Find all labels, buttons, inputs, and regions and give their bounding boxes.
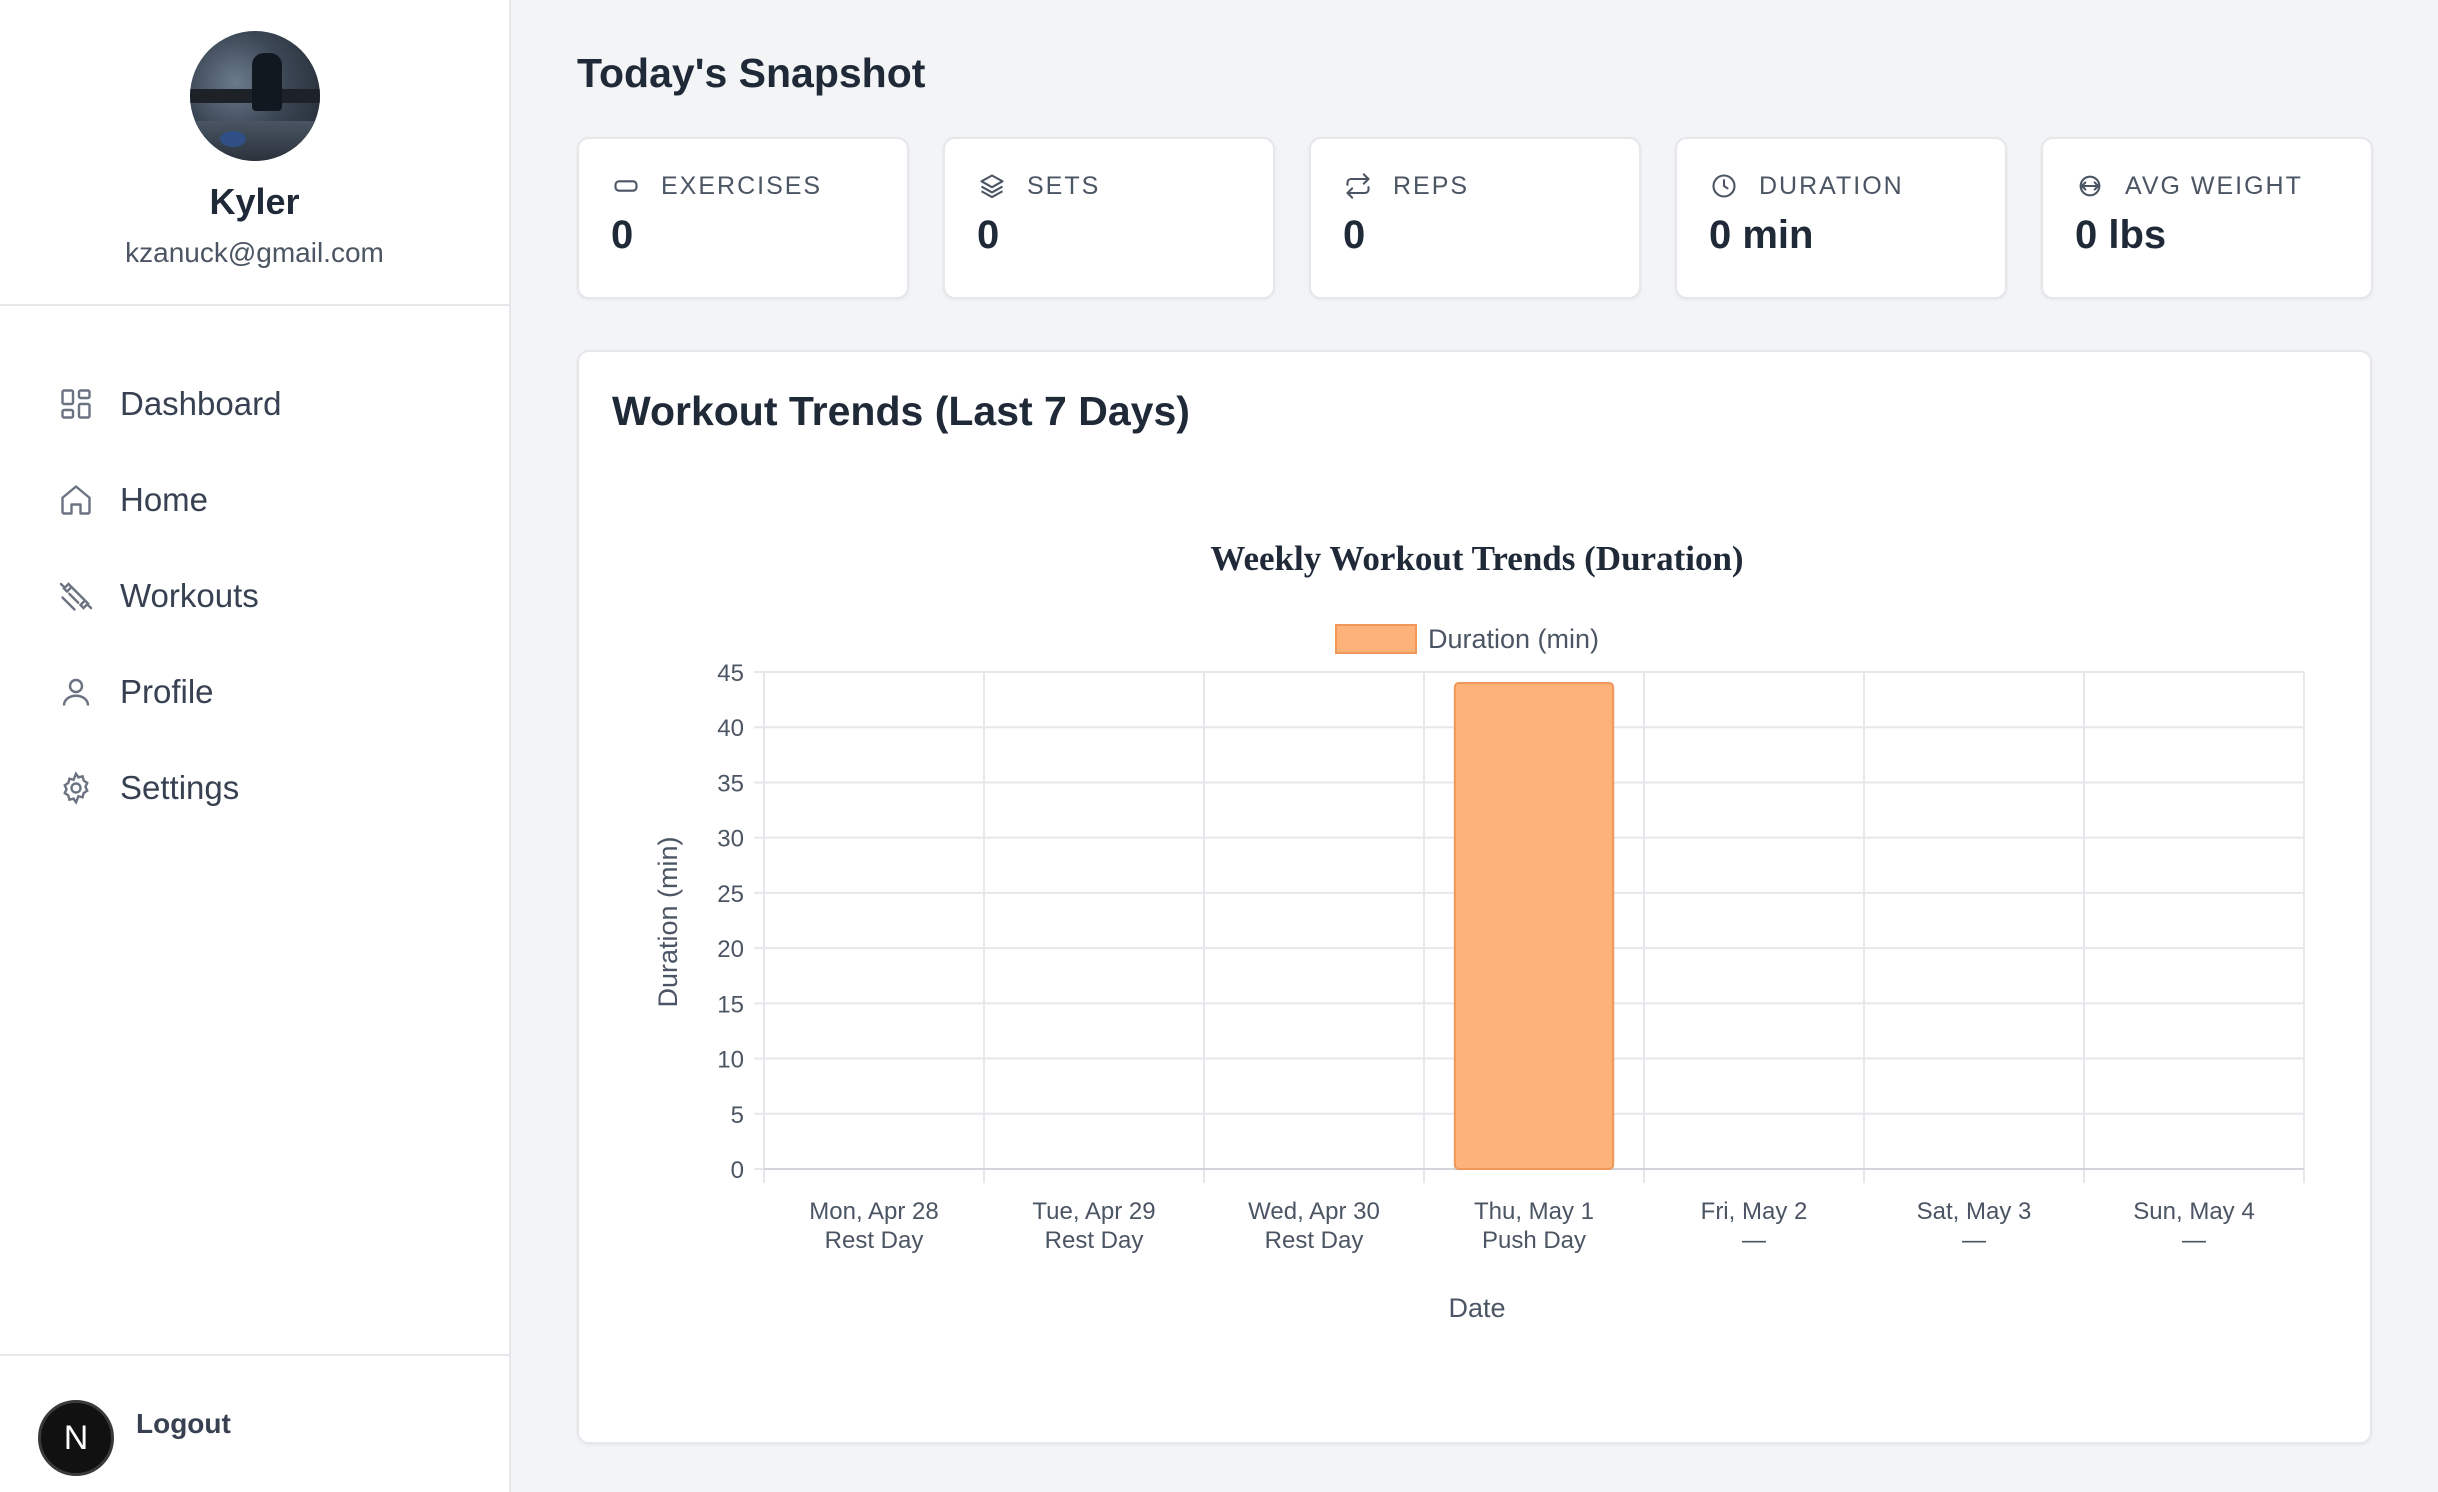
- x-tick-sublabel: —: [1962, 1227, 1986, 1254]
- clock-icon: [1709, 171, 1739, 201]
- y-tick-label: 0: [731, 1157, 744, 1184]
- x-tick-label: Mon, Apr 28: [809, 1198, 938, 1225]
- sidebar-item-dashboard[interactable]: Dashboard: [0, 356, 509, 452]
- x-tick-sublabel: Push Day: [1482, 1227, 1586, 1254]
- y-tick-label: 25: [717, 881, 744, 908]
- gear-icon: [56, 768, 96, 808]
- dashboard-icon: [56, 384, 96, 424]
- sidebar-item-profile[interactable]: Profile: [0, 644, 509, 740]
- chart-legend[interactable]: Duration (min): [1335, 624, 1599, 654]
- bar[interactable]: [1453, 682, 1615, 1170]
- sidebar-item-label: Settings: [120, 769, 240, 806]
- stat-card-duration: DURATION 0 min: [1675, 137, 2007, 299]
- avatar[interactable]: [189, 31, 320, 161]
- repeat-icon: [1343, 171, 1373, 201]
- sidebar-item-workouts[interactable]: Workouts: [0, 548, 509, 644]
- legend-label: Duration (min): [1428, 624, 1599, 654]
- sidebar-nav: Dashboard Home Workouts Profile Settings: [0, 306, 509, 836]
- weight-icon: [2075, 171, 2105, 201]
- stat-label: EXERCISES: [661, 171, 823, 200]
- x-tick-label: Sat, May 3: [1917, 1198, 2032, 1225]
- y-tick-label: 45: [717, 660, 744, 687]
- y-tick-label: 30: [717, 826, 744, 853]
- chart-bars: [1453, 682, 1615, 1170]
- y-tick-label: 20: [717, 936, 744, 963]
- chart-title: Weekly Workout Trends (Duration): [1210, 539, 1743, 578]
- stat-label: AVG WEIGHT: [2125, 171, 2303, 200]
- stat-card-reps: REPS 0: [1309, 137, 1641, 299]
- stat-label: REPS: [1393, 171, 1470, 200]
- x-tick-sublabel: Rest Day: [1045, 1227, 1144, 1254]
- profile-block: Kyler kzanuck@gmail.com: [0, 0, 509, 306]
- stat-value: 0: [1343, 213, 1366, 257]
- x-tick-sublabel: —: [2182, 1227, 2206, 1254]
- y-tick-label: 40: [717, 715, 744, 742]
- sidebar-item-label: Home: [120, 481, 209, 518]
- stat-card-exercises: EXERCISES 0: [577, 137, 909, 299]
- sidebar-item-settings[interactable]: Settings: [0, 740, 509, 836]
- stat-value: 0 min: [1709, 213, 1814, 257]
- logout-button[interactable]: Logout: [136, 1408, 231, 1440]
- user-name: Kyler: [209, 181, 300, 222]
- sidebar-item-home[interactable]: Home: [0, 452, 509, 548]
- x-tick-label: Fri, May 2: [1701, 1198, 1808, 1225]
- sidebar: Kyler kzanuck@gmail.com Dashboard Home W…: [0, 0, 511, 1492]
- exercise-icon: [611, 171, 641, 201]
- user-icon: [56, 672, 96, 712]
- dumbbell-icon: [56, 576, 96, 616]
- workout-trends-chart: Weekly Workout Trends (Duration) Duratio…: [653, 539, 2305, 1323]
- x-tick-sublabel: Rest Day: [825, 1227, 924, 1254]
- stat-value: 0 lbs: [2075, 213, 2167, 257]
- sidebar-footer: N Logout: [0, 1354, 509, 1492]
- workout-trends-card: Workout Trends (Last 7 Days) Weekly Work…: [577, 350, 2372, 1444]
- stat-card-avg-weight: AVG WEIGHT 0 lbs: [2041, 137, 2373, 299]
- x-tick-label: Tue, Apr 29: [1032, 1198, 1155, 1225]
- sidebar-item-label: Profile: [120, 673, 214, 710]
- user-email: kzanuck@gmail.com: [125, 237, 384, 268]
- stat-label: DURATION: [1759, 171, 1904, 200]
- y-tick-label: 15: [717, 991, 744, 1018]
- y-axis-label: Duration (min): [653, 836, 683, 1007]
- x-tick-sublabel: Rest Day: [1265, 1227, 1364, 1254]
- app-badge[interactable]: N: [38, 1400, 114, 1476]
- y-tick-label: 10: [717, 1047, 744, 1074]
- x-tick-label: Wed, Apr 30: [1248, 1198, 1380, 1225]
- x-tick-sublabel: —: [1742, 1227, 1766, 1254]
- x-tick-label: Sun, May 4: [2133, 1198, 2254, 1225]
- layers-icon: [977, 171, 1007, 201]
- y-tick-label: 35: [717, 770, 744, 797]
- sidebar-item-label: Workouts: [120, 577, 259, 614]
- page-title: Today's Snapshot: [577, 50, 926, 96]
- x-tick-label: Thu, May 1: [1474, 1198, 1594, 1225]
- x-axis-label: Date: [1448, 1293, 1505, 1323]
- stat-value: 0: [977, 213, 1000, 257]
- stat-label: SETS: [1027, 171, 1101, 200]
- y-tick-label: 5: [731, 1102, 744, 1129]
- legend-swatch: [1335, 624, 1417, 654]
- sidebar-item-label: Dashboard: [120, 385, 282, 422]
- main-content: Today's Snapshot EXERCISES 0 SETS 0 REPS…: [513, 0, 2438, 1492]
- home-icon: [56, 480, 96, 520]
- stat-card-sets: SETS 0: [943, 137, 1275, 299]
- stat-value: 0: [611, 213, 634, 257]
